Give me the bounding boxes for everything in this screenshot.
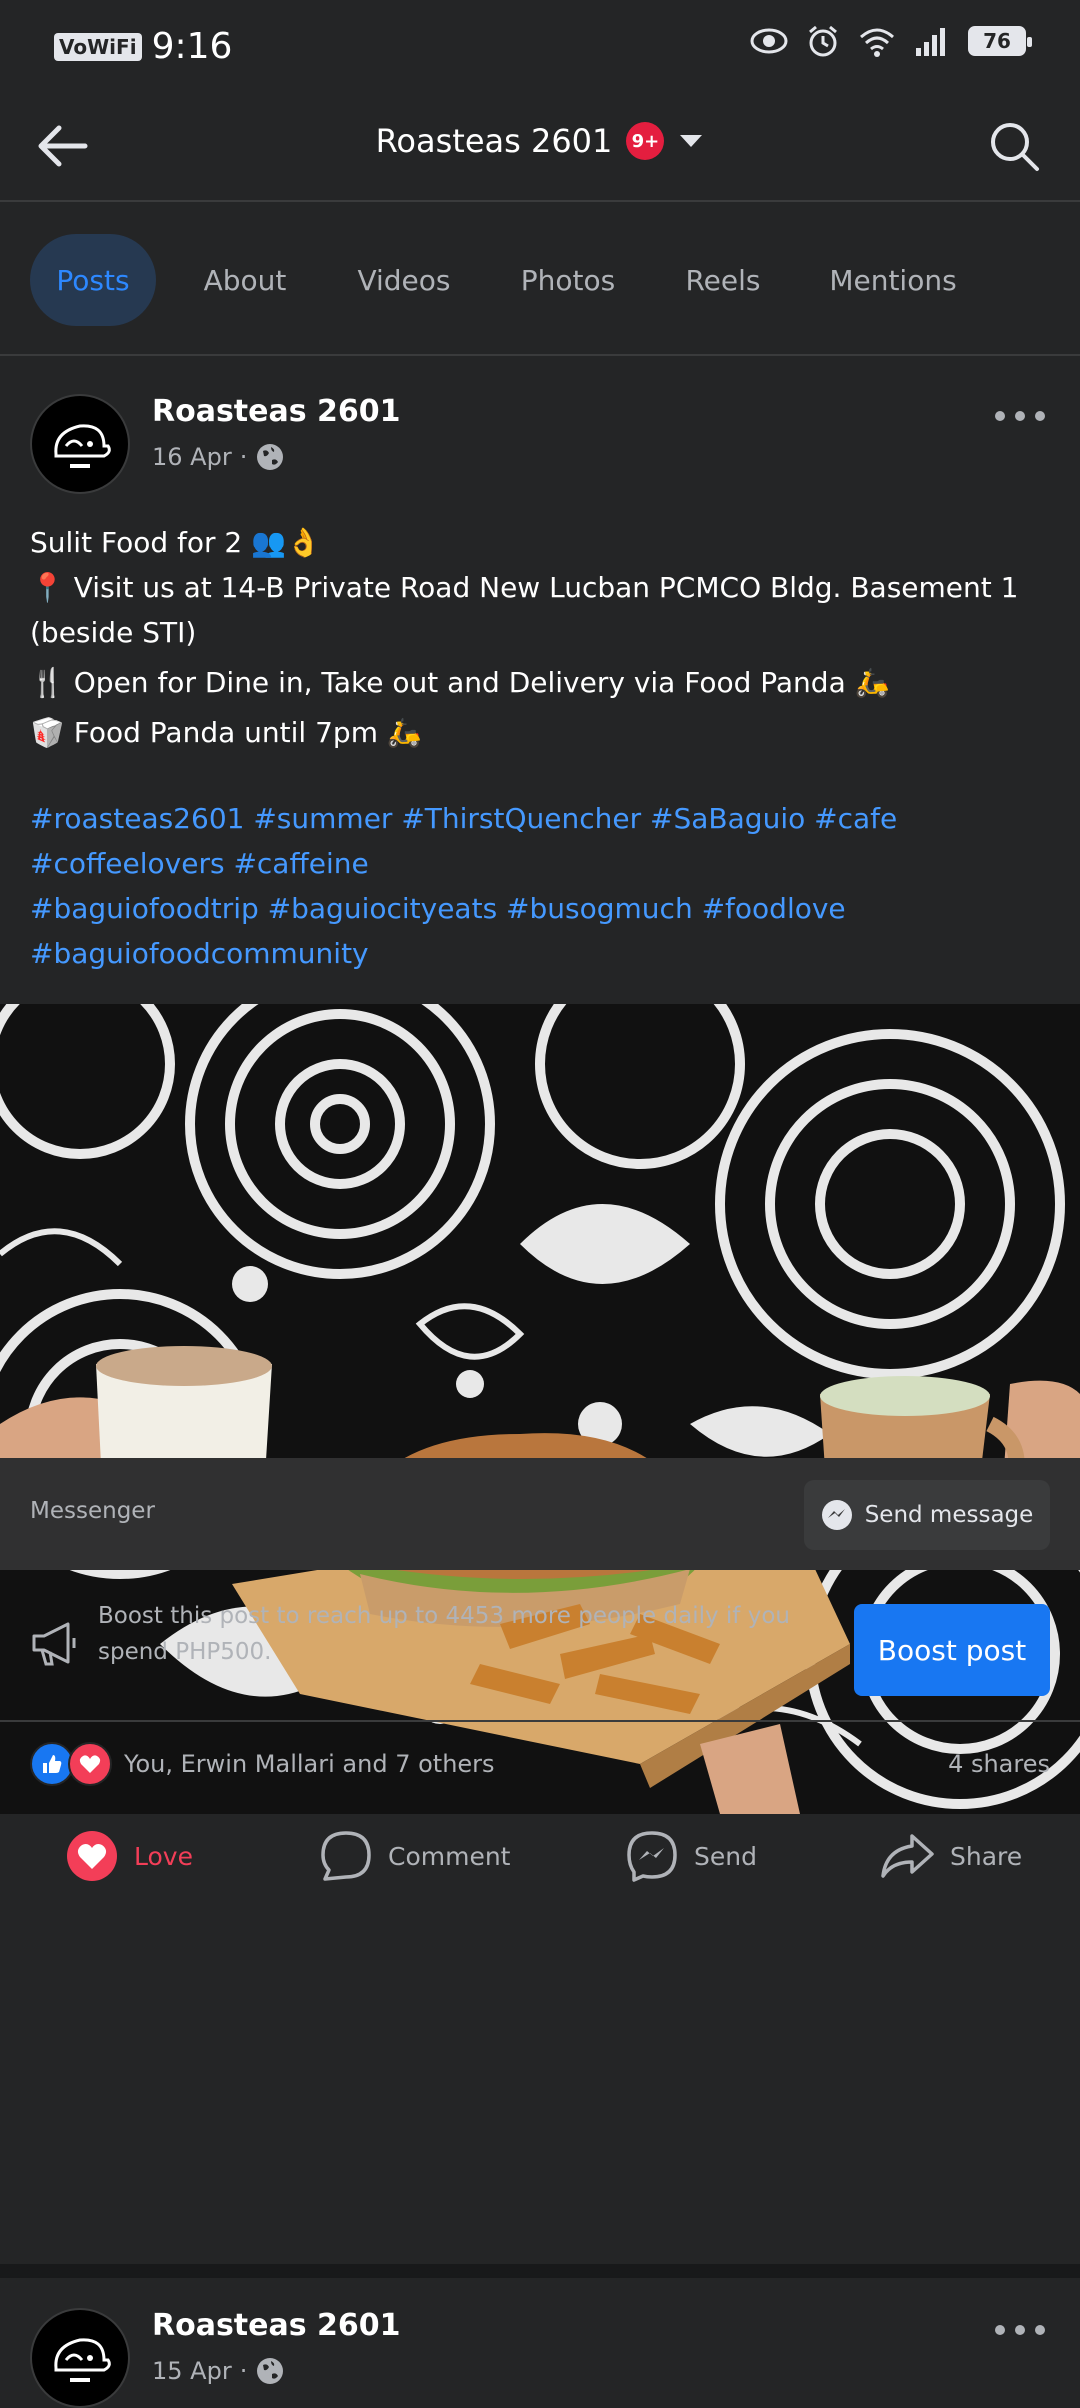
signal-icon (916, 28, 945, 56)
eye-icon (750, 28, 788, 54)
globe-icon (257, 2358, 284, 2384)
post-options-button[interactable] (990, 396, 1050, 436)
comment-label: Comment (388, 1841, 511, 1871)
tab-about[interactable]: About (180, 234, 310, 326)
post-card: Roasteas 2601 16 Apr · Sulit Food for 2 … (0, 356, 1080, 2264)
tab-mentions[interactable]: Mentions (808, 234, 978, 326)
roasteas-logo-icon (40, 2318, 120, 2398)
post-meta: 16 Apr · (152, 442, 285, 472)
post-meta: 15 Apr · (152, 2356, 285, 2386)
post-options-button[interactable] (990, 2310, 1050, 2350)
reaction-names[interactable]: You, Erwin Mallari and 7 others (124, 1750, 495, 1778)
globe-icon (257, 444, 284, 470)
reactions-summary[interactable]: You, Erwin Mallari and 7 others 4 shares (0, 1722, 1080, 1804)
hashtag-line[interactable]: #baguiofoodcommunity (30, 931, 1060, 976)
post-author[interactable]: Roasteas 2601 (152, 394, 401, 429)
status-left: VoWiFi 9:16 (54, 26, 232, 67)
tab-videos[interactable]: Videos (334, 234, 474, 326)
search-icon (991, 123, 1039, 171)
caption-line: 🍴 Open for Dine in, Take out and Deliver… (30, 666, 890, 699)
megaphone-icon (32, 1622, 76, 1666)
caption-line: 🥡 Food Panda until 7pm 🛵 (30, 716, 422, 749)
avatar[interactable] (30, 2308, 130, 2408)
heart-icon (67, 1831, 117, 1881)
caret-down-icon (680, 135, 703, 147)
vowifi-indicator: VoWiFi (54, 32, 142, 61)
post-caption: Sulit Food for 2 👥👌 📍 Visit us at 14-B P… (30, 520, 1050, 755)
meta-separator: · (239, 2357, 248, 2385)
page-title: Roasteas 2601 (375, 122, 613, 160)
battery-level: 76 (983, 29, 1011, 53)
reaction-icons (30, 1742, 112, 1786)
roasteas-logo-icon (40, 404, 120, 484)
tab-posts[interactable]: Posts (30, 234, 156, 326)
alarm-icon (809, 25, 837, 57)
share-label: Share (950, 1841, 1023, 1871)
boost-section: Boost this post to reach up to 4453 more… (0, 1570, 1080, 1722)
post-author[interactable]: Roasteas 2601 (152, 2308, 401, 2343)
messenger-outline-icon (627, 1831, 677, 1882)
next-post-card: Roasteas 2601 15 Apr · (0, 2278, 1080, 2408)
tab-photos[interactable]: Photos (498, 234, 638, 326)
comment-icon (321, 1831, 371, 1881)
send-message-label: Send message (864, 1502, 1034, 1528)
send-message-button[interactable]: Send message (804, 1480, 1050, 1550)
share-icon (881, 1834, 934, 1878)
feed-divider (0, 2264, 1080, 2278)
hashtag-line[interactable]: #baguiofoodtrip #baguiocityeats #busogmu… (30, 886, 1060, 931)
profile-tabs: Posts About Videos Photos Reels Mentions (0, 202, 1080, 356)
boost-post-button[interactable]: Boost post (854, 1604, 1050, 1696)
status-bar: VoWiFi 9:16 76 (0, 0, 1080, 92)
tab-reels[interactable]: Reels (662, 234, 784, 326)
caption-line: 📍 Visit us at 14-B Private Road New Lucb… (30, 571, 1019, 649)
post-hashtags[interactable]: #roasteas2601 #summer #ThirstQuencher #S… (30, 796, 1060, 976)
caption-line: Sulit Food for 2 👥👌 (30, 526, 321, 559)
wifi-icon (860, 28, 894, 57)
share-button[interactable]: Share (880, 1824, 1022, 1888)
more-horizontal-icon (995, 411, 1045, 421)
love-label: Love (134, 1841, 193, 1871)
love-button[interactable]: Love (66, 1824, 193, 1888)
avatar[interactable] (30, 394, 130, 494)
hashtag-line[interactable]: #roasteas2601 #summer #ThirstQuencher #S… (30, 796, 1060, 886)
comment-button[interactable]: Comment (320, 1824, 511, 1888)
page-header: Roasteas 2601 9+ (0, 92, 1080, 202)
messenger-bar: Messenger Send message (0, 1458, 1080, 1570)
notification-badge: 9+ (626, 122, 665, 160)
send-label: Send (694, 1841, 757, 1871)
status-right: 76 (750, 24, 1032, 58)
more-horizontal-icon (995, 2325, 1045, 2335)
messenger-label: Messenger (30, 1498, 155, 1524)
post-date[interactable]: 15 Apr (152, 2357, 232, 2385)
send-button[interactable]: Send (626, 1824, 757, 1888)
love-reaction-icon (68, 1742, 112, 1786)
messenger-icon (821, 1500, 852, 1530)
page-switcher[interactable]: Roasteas 2601 9+ (0, 122, 1080, 160)
boost-description: Boost this post to reach up to 4453 more… (98, 1603, 790, 1665)
post-date[interactable]: 16 Apr (152, 443, 232, 471)
post-actions: Love Comment Send Share (0, 1804, 1080, 1908)
status-time: 9:16 (151, 26, 233, 67)
search-button[interactable] (982, 114, 1046, 178)
battery-icon: 76 (968, 26, 1032, 56)
meta-separator: · (239, 443, 248, 471)
share-count[interactable]: 4 shares (948, 1750, 1050, 1778)
